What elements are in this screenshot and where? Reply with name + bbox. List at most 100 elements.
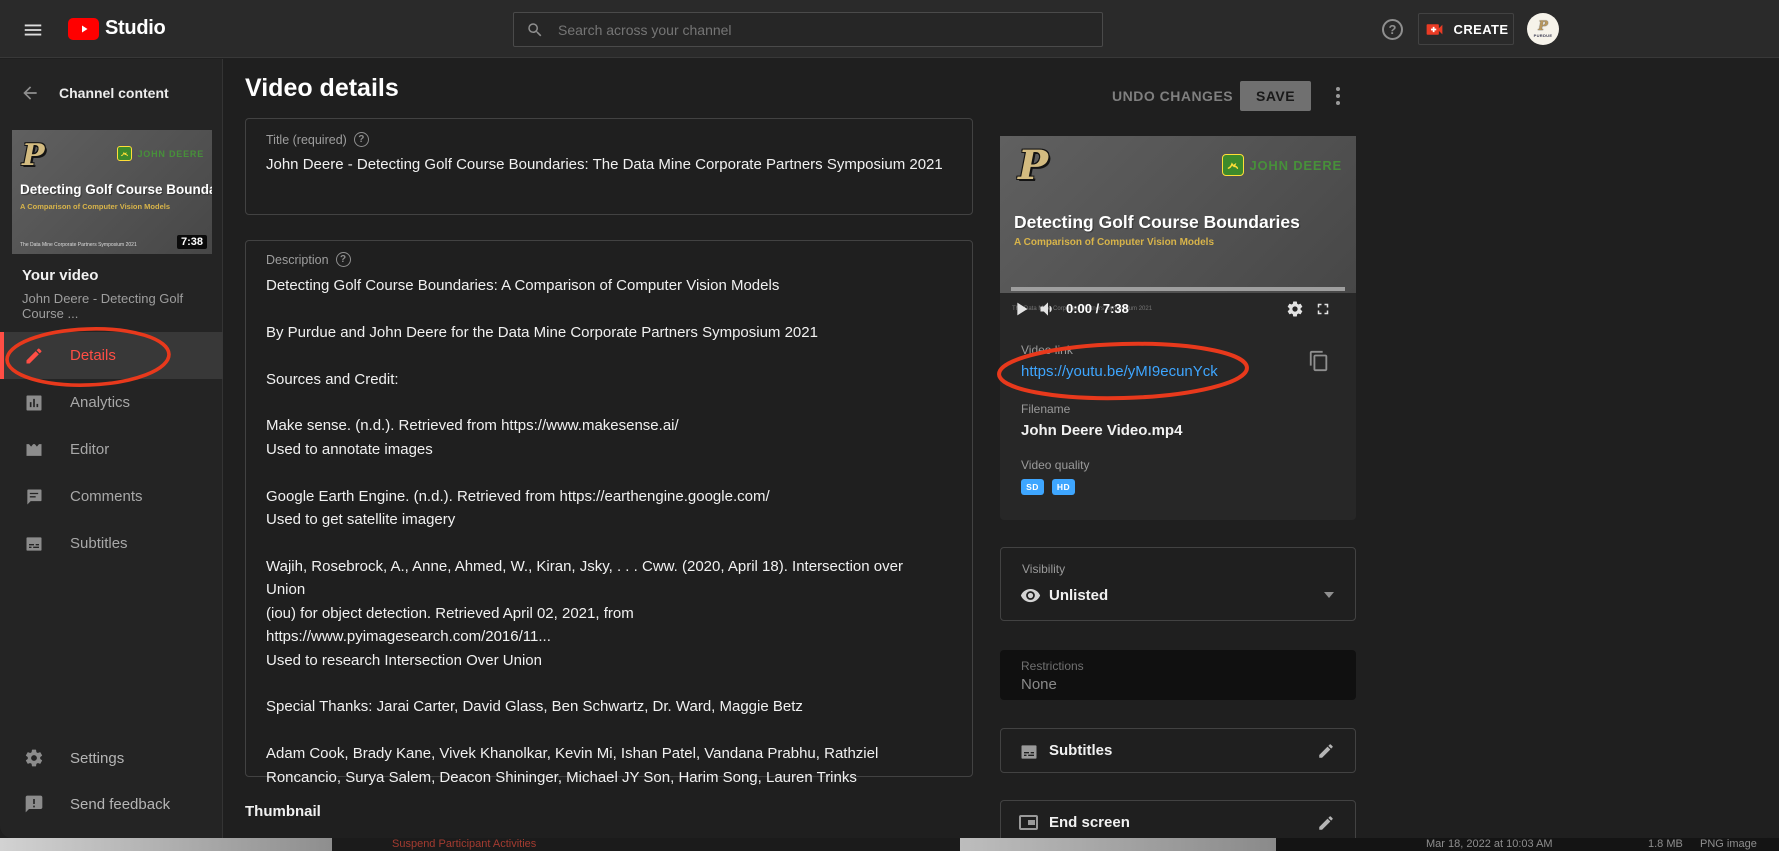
background-window-strip: Suspend Participant Activities Mar 18, 2… <box>0 838 1779 851</box>
description-field[interactable]: Description ? Detecting Golf Course Boun… <box>245 240 973 777</box>
help-icon[interactable]: ? <box>1382 19 1403 40</box>
title-field-value[interactable]: John Deere - Detecting Golf Course Bound… <box>266 156 943 173</box>
more-options-icon[interactable] <box>1329 83 1347 109</box>
file-info-bar: Mar 18, 2022 at 10:03 AM 1.8 MB PNG imag… <box>1276 838 1779 851</box>
subtitles-panel[interactable]: Subtitles <box>1000 728 1356 773</box>
player-settings-icon[interactable] <box>1286 300 1304 318</box>
video-thumbnail[interactable]: P JOHN DEERE Detecting Golf Course Bound… <box>12 130 212 254</box>
sidebar-item-label: Send feedback <box>70 796 170 813</box>
sidebar-item-subtitles[interactable]: Subtitles <box>0 520 223 567</box>
artwork-footer: The Data Mine Corporate Partners Symposi… <box>20 242 137 248</box>
end-screen-panel[interactable]: End screen <box>1000 800 1356 838</box>
subtitles-icon <box>24 534 44 554</box>
account-avatar[interactable]: P PURDUE <box>1527 13 1559 45</box>
back-to-channel-content[interactable]: Channel content <box>0 79 223 107</box>
john-deere-deer-icon <box>1222 154 1244 176</box>
gear-icon <box>24 748 44 768</box>
channel-search[interactable] <box>513 12 1103 47</box>
restrictions-label: Restrictions <box>1021 659 1084 673</box>
studio-logo-text: Studio <box>105 17 165 40</box>
menu-icon[interactable] <box>22 19 44 39</box>
fullscreen-icon[interactable] <box>1314 300 1332 318</box>
video-link[interactable]: https://youtu.be/yMI9ecunYck <box>1021 363 1218 380</box>
save-button[interactable]: SAVE <box>1240 81 1311 111</box>
filename-value: John Deere Video.mp4 <box>1021 422 1182 439</box>
edit-icon[interactable] <box>1317 814 1335 832</box>
video-player[interactable]: P JOHN DEERE Detecting Golf Course Bound… <box>1000 136 1356 293</box>
file-size: 1.8 MB <box>1648 838 1683 851</box>
eye-icon <box>1020 585 1041 606</box>
description-field-value[interactable]: Detecting Golf Course Boundaries: A Comp… <box>266 274 916 789</box>
youtube-play-icon <box>68 18 99 40</box>
avatar-letter: P <box>1538 21 1548 33</box>
player-controls: The Data Mine Corporate Partners Symposi… <box>1000 293 1356 325</box>
artwork-title: Detecting Golf Course Boundaries <box>1014 212 1300 233</box>
title-field-label: Title (required) <box>266 133 347 147</box>
john-deere-logo: JOHN DEERE <box>1222 154 1342 176</box>
screen: Suspend Participant Activities Mar 18, 2… <box>0 0 1779 851</box>
chevron-down-icon <box>1324 592 1334 598</box>
sidebar-item-label: Settings <box>70 750 124 767</box>
artwork-subtitle: A Comparison of Computer Vision Models <box>1014 237 1214 248</box>
background-strip-mid: Suspend Participant Activities <box>332 838 960 851</box>
john-deere-deer-icon <box>117 146 132 161</box>
edit-icon[interactable] <box>1317 742 1335 760</box>
sidebar-item-label: Subtitles <box>70 535 128 552</box>
filename-label: Filename <box>1021 402 1070 416</box>
duration-badge: 7:38 <box>177 235 207 249</box>
help-icon[interactable]: ? <box>354 132 369 147</box>
feedback-icon <box>24 794 44 814</box>
sidebar-item-comments[interactable]: Comments <box>0 473 223 520</box>
john-deere-wordmark: JOHN DEERE <box>137 149 204 159</box>
editor-icon <box>24 440 44 460</box>
purdue-logo: P <box>22 138 45 173</box>
sidebar-item-settings[interactable]: Settings <box>0 736 223 780</box>
top-bar: Studio ? CREATE P PURDUE <box>0 0 1779 58</box>
create-button-label: CREATE <box>1454 22 1509 37</box>
visibility-value: Unlisted <box>1049 587 1108 604</box>
back-label: Channel content <box>59 85 169 101</box>
player-progress-bar[interactable] <box>1011 287 1345 291</box>
avatar-caption: PURDUE <box>1534 33 1553 38</box>
play-icon[interactable] <box>1010 298 1032 320</box>
back-arrow-icon[interactable] <box>20 83 40 103</box>
artwork-subtitle: A Comparison of Computer Vision Models <box>20 202 170 211</box>
restrictions-field: Restrictions None <box>1000 650 1356 700</box>
file-date: Mar 18, 2022 at 10:03 AM <box>1426 838 1553 851</box>
description-field-label: Description <box>266 253 329 267</box>
title-field[interactable]: Title (required) ? John Deere - Detectin… <box>245 118 973 215</box>
create-button[interactable]: CREATE <box>1418 13 1514 45</box>
help-icon[interactable]: ? <box>336 252 351 267</box>
video-preview-card: P JOHN DEERE Detecting Golf Course Bound… <box>1000 136 1356 520</box>
sidebar-item-send-feedback[interactable]: Send feedback <box>0 782 223 826</box>
background-window-text: Suspend Participant Activities <box>392 838 536 851</box>
background-strip-scroll <box>960 838 1276 851</box>
studio-logo[interactable]: Studio <box>68 17 165 40</box>
undo-changes-button[interactable]: UNDO CHANGES <box>1112 88 1233 104</box>
player-time: 0:00 / 7:38 <box>1066 301 1129 316</box>
sidebar-item-details[interactable]: Details <box>0 332 223 379</box>
sidebar-item-label: Comments <box>70 488 143 505</box>
restrictions-value: None <box>1021 676 1057 693</box>
visibility-dropdown[interactable]: Visibility Unlisted <box>1000 547 1356 621</box>
search-input[interactable] <box>558 22 1090 38</box>
sidebar: Channel content P JOHN DEERE Detecting G… <box>0 59 223 838</box>
hd-badge: HD <box>1052 479 1075 495</box>
sd-badge: SD <box>1021 479 1044 495</box>
sidebar-item-analytics[interactable]: Analytics <box>0 379 223 426</box>
quality-badges: SD HD <box>1021 479 1075 495</box>
artwork-title: Detecting Golf Course Boundaries <box>20 182 212 197</box>
visibility-label: Visibility <box>1022 562 1065 576</box>
sidebar-item-label: Analytics <box>70 394 130 411</box>
end-screen-icon <box>1019 815 1038 830</box>
copy-icon[interactable] <box>1308 350 1330 372</box>
sidebar-item-label: Editor <box>70 441 109 458</box>
subtitles-panel-label: Subtitles <box>1049 742 1112 759</box>
sidebar-item-editor[interactable]: Editor <box>0 426 223 473</box>
your-video-label: Your video <box>22 267 98 284</box>
background-strip-left <box>0 838 332 851</box>
volume-icon[interactable] <box>1038 299 1058 319</box>
camcorder-icon <box>1424 19 1445 40</box>
file-kind: PNG image <box>1700 838 1757 851</box>
youtube-studio-window: Studio ? CREATE P PURDUE <box>0 0 1779 838</box>
